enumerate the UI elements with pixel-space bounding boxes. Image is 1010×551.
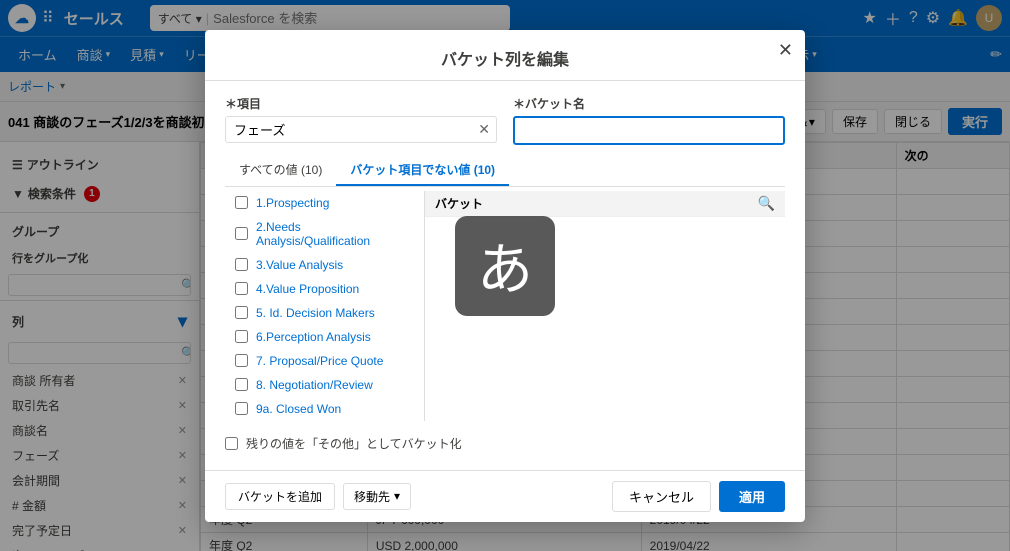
modal-overlay: ✕ バケット列を編集 ＊項目 ✕ ＊バケット名 xyxy=(0,0,1010,551)
footer-left: バケットを追加 移動先 ▾ xyxy=(225,483,411,510)
bucket-item-label: 7. Proposal/Price Quote xyxy=(256,354,383,368)
item-field: ＊項目 ✕ xyxy=(225,95,497,143)
item-field-input[interactable] xyxy=(226,117,472,142)
bucket-search-icon[interactable]: 🔍 xyxy=(758,195,775,212)
bucket-list-item[interactable]: 7. Proposal/Price Quote xyxy=(225,349,424,373)
bucket-name-label: ＊バケット名 xyxy=(513,95,785,112)
bucket-item-checkbox[interactable] xyxy=(235,196,248,209)
bucket-list-item[interactable]: 1.Prospecting xyxy=(225,191,424,215)
tab-bucket-items[interactable]: バケット項目でない値 (10) xyxy=(336,155,509,186)
bucket-item-label: 9a. Closed Won xyxy=(256,402,341,416)
item-field-label: ＊項目 xyxy=(225,95,497,112)
move-to-chevron: ▾ xyxy=(394,489,400,503)
bucket-item-checkbox[interactable] xyxy=(235,282,248,295)
bucket-item-label: 3.Value Analysis xyxy=(256,258,343,272)
ime-overlay: あ xyxy=(455,216,555,316)
tab-all[interactable]: すべての値 (10) xyxy=(225,155,336,186)
bucket-name-input[interactable] xyxy=(513,116,785,145)
bucket-item-checkbox[interactable] xyxy=(235,402,248,415)
bucket-item-label: 1.Prospecting xyxy=(256,196,329,210)
remaining-checkbox-row: 残りの値を「その他」としてバケット化 xyxy=(225,431,785,456)
add-bucket-button[interactable]: バケットを追加 xyxy=(225,483,335,510)
bucket-name-field: ＊バケット名 xyxy=(513,95,785,145)
cancel-button[interactable]: キャンセル xyxy=(612,481,711,512)
bucket-list-item[interactable]: 5. Id. Decision Makers xyxy=(225,301,424,325)
bucket-right-header: バケット 🔍 xyxy=(425,191,785,217)
move-to-container: 移動先 ▾ xyxy=(343,483,411,510)
modal-action-buttons: キャンセル 適用 xyxy=(612,481,785,512)
item-field-input-container[interactable]: ✕ xyxy=(225,116,497,143)
bucket-list-item[interactable]: 9a. Closed Won xyxy=(225,397,424,421)
modal-fields-row: ＊項目 ✕ ＊バケット名 xyxy=(225,95,785,145)
bucket-left-panel: 1.Prospecting 2.Needs Analysis/Qualificat… xyxy=(225,191,425,421)
bucket-item-label: 4.Value Proposition xyxy=(256,282,359,296)
ime-character: あ xyxy=(477,225,533,306)
bucket-item-label: 8. Negotiation/Review xyxy=(256,378,373,392)
bucket-item-checkbox[interactable] xyxy=(235,258,248,271)
remaining-checkbox-label: 残りの値を「その他」としてバケット化 xyxy=(246,435,462,452)
bucket-items-list: 1.Prospecting 2.Needs Analysis/Qualificat… xyxy=(225,191,424,421)
bucket-list-item[interactable]: 6.Perception Analysis xyxy=(225,325,424,349)
move-to-button[interactable]: 移動先 ▾ xyxy=(343,483,411,510)
bucket-item-label: 5. Id. Decision Makers xyxy=(256,306,375,320)
bucket-list-item[interactable]: 8. Negotiation/Review xyxy=(225,373,424,397)
bucket-item-checkbox[interactable] xyxy=(235,227,248,240)
bucket-item-label: 6.Perception Analysis xyxy=(256,330,371,344)
item-field-clear-button[interactable]: ✕ xyxy=(472,121,496,138)
bucket-item-label: 2.Needs Analysis/Qualification xyxy=(256,220,414,248)
modal-tabs: すべての値 (10) バケット項目でない値 (10) xyxy=(225,155,785,187)
remaining-checkbox[interactable] xyxy=(225,437,238,450)
bucket-item-checkbox[interactable] xyxy=(235,378,248,391)
bucket-item-checkbox[interactable] xyxy=(235,330,248,343)
bucket-column-label: バケット xyxy=(435,195,483,212)
bucket-list-item[interactable]: 4.Value Proposition xyxy=(225,277,424,301)
modal-title: バケット列を編集 xyxy=(205,30,805,81)
modal-close-button[interactable]: ✕ xyxy=(778,40,793,61)
modal-footer: バケットを追加 移動先 ▾ キャンセル 適用 xyxy=(205,470,805,522)
apply-button[interactable]: 適用 xyxy=(719,481,785,512)
bucket-list-item[interactable]: 2.Needs Analysis/Qualification xyxy=(225,215,424,253)
bucket-item-checkbox[interactable] xyxy=(235,354,248,367)
bucket-item-checkbox[interactable] xyxy=(235,306,248,319)
bucket-list-item[interactable]: 3.Value Analysis xyxy=(225,253,424,277)
